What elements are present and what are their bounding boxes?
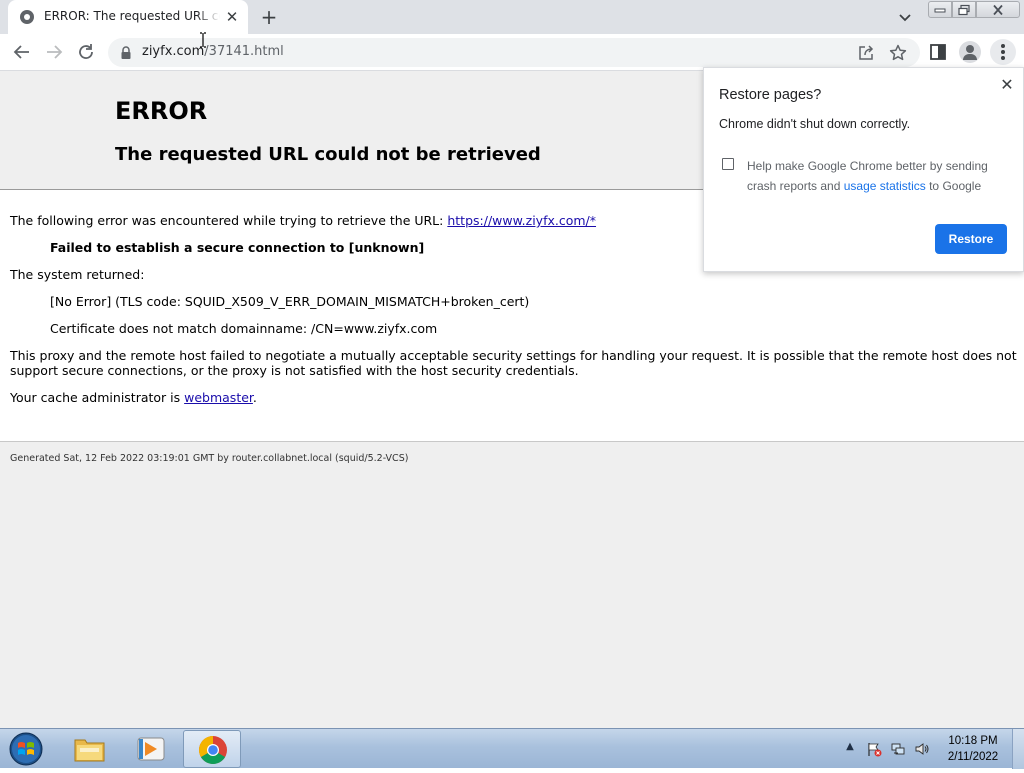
kebab-menu-icon[interactable] [990,39,1016,65]
restore-window-button[interactable] [952,1,976,18]
error-subheading: The requested URL could not be retrieved [115,144,541,165]
start-button[interactable] [6,731,46,767]
generated-footer: Generated Sat, 12 Feb 2022 03:19:01 GMT … [10,453,409,464]
volume-icon[interactable] [914,741,930,757]
close-icon [993,4,1003,15]
avatar-head [966,45,974,53]
taskbar-media-player[interactable] [122,730,180,768]
usage-statistics-link[interactable]: usage statistics [844,179,926,193]
cert-mismatch-text: Certificate does not match domainname: /… [50,321,438,336]
text-cursor-icon [200,32,206,48]
active-tab[interactable]: ERROR: The requested URL could not be re… [8,0,248,34]
dialog-message: Chrome didn't shut down correctly. [719,117,911,131]
avatar-body [963,54,977,60]
restore-pages-dialog: Restore pages? ✕ Chrome didn't shut down… [703,67,1024,272]
chevron-down-icon [899,14,911,22]
tls-code-text: [No Error] (TLS code: SQUID_X509_V_ERR_D… [50,294,530,309]
back-arrow-icon [13,45,29,59]
minimize-button[interactable] [928,1,952,18]
url-text[interactable]: ziyfx.com/37141.html [142,44,284,59]
back-button[interactable] [10,40,34,64]
explanation-line-2: support secure connections, or the proxy… [10,363,579,378]
checkbox-label: Help make Google Chrome better by sendin… [747,156,1009,196]
requested-url-link[interactable]: https://www.ziyfx.com/* [447,213,596,228]
tray-overflow-button[interactable]: ▲ [844,741,856,755]
globe-icon [20,10,34,24]
star-icon[interactable] [888,43,908,63]
browser-toolbar: ziyfx.com/37141.html [0,34,1024,71]
new-tab-button[interactable]: + [258,6,280,28]
reload-button[interactable] [74,40,98,64]
tab-title: ERROR: The requested URL could not be re… [44,9,220,25]
forward-button[interactable] [42,40,66,64]
url-domain: ziyfx.com [142,44,205,59]
taskbar-chrome[interactable] [183,730,241,768]
admin-text: Your cache administrator is [10,390,185,405]
minimize-icon [934,8,946,12]
tab-close-button[interactable]: ✕ [222,7,242,27]
explanation-line-1: This proxy and the remote host failed to… [10,348,1017,363]
chrome-icon [199,736,227,764]
network-icon[interactable] [890,741,906,757]
intro-text: The following error was encountered whil… [10,213,448,228]
error-message: Failed to establish a secure connection … [50,240,425,255]
clock-time[interactable]: 10:18 PM [940,735,1006,747]
windows-taskbar: ▲ 10:18 PM 2/11/2022 [0,728,1024,769]
intro-line: The following error was encountered whil… [10,213,596,228]
checkbox-text-2: crash reports and [747,179,844,193]
taskbar-explorer[interactable] [60,730,118,768]
address-bar[interactable]: ziyfx.com/37141.html [108,38,920,67]
checkbox-text-3: to Google [925,179,982,193]
windows-logo-icon [9,732,43,766]
lock-icon[interactable] [120,46,132,60]
clock-date[interactable]: 2/11/2022 [940,751,1006,763]
profile-icon[interactable] [959,41,981,63]
reload-icon [79,44,93,59]
admin-period: . [252,390,257,405]
webmaster-link[interactable]: webmaster [184,390,253,405]
admin-line: Your cache administrator is webmaster. [10,390,257,405]
error-heading: ERROR [115,97,208,125]
show-desktop-button[interactable] [1012,729,1024,769]
folder-icon [74,739,105,762]
tab-strip: ERROR: The requested URL could not be re… [0,0,1024,34]
restore-window-icon [958,4,970,15]
share-icon[interactable] [856,43,876,63]
dialog-title: Restore pages? [719,87,822,103]
action-center-flag-icon[interactable] [866,741,882,757]
dialog-close-button[interactable]: ✕ [997,75,1017,95]
usage-stats-checkbox[interactable] [722,158,734,170]
side-panel-icon[interactable] [927,41,949,63]
checkbox-text-1: Help make Google Chrome better by sendin… [747,159,988,173]
url-path: /37141.html [204,44,284,59]
media-player-icon [137,737,165,761]
close-window-button[interactable] [976,1,1020,18]
restore-button[interactable]: Restore [935,224,1007,254]
tab-search-button[interactable] [894,6,916,28]
forward-arrow-icon [47,45,63,59]
system-returned-label: The system returned: [10,267,145,282]
